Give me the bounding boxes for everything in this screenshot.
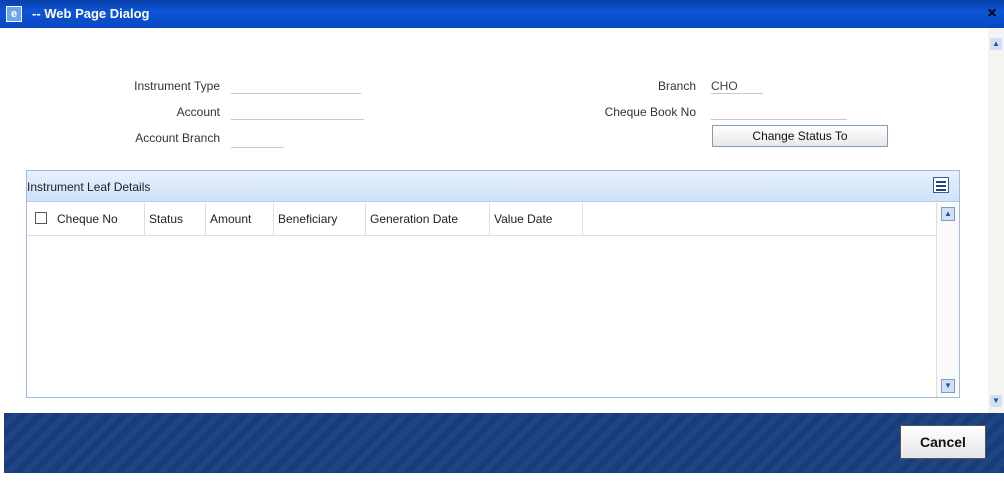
window-scroll-up-icon[interactable]: ▲ (990, 38, 1002, 50)
col-status[interactable]: Status (145, 203, 206, 235)
list-view-icon[interactable] (933, 177, 949, 193)
grid-header: Instrument Leaf Details (27, 171, 959, 202)
col-beneficiary[interactable]: Beneficiary (274, 203, 366, 235)
select-all-checkbox[interactable] (35, 212, 47, 224)
col-generation-date[interactable]: Generation Date (366, 203, 490, 235)
account-field[interactable] (231, 105, 364, 120)
branch-label: Branch (657, 79, 696, 93)
title-bar: e -- Web Page Dialog × (0, 0, 1004, 28)
scroll-down-icon[interactable]: ▼ (941, 379, 955, 393)
account-branch-field[interactable] (231, 133, 284, 148)
instrument-type-label: Instrument Type (134, 79, 220, 93)
instrument-type-field[interactable] (231, 79, 361, 94)
grid-scrollbar[interactable]: ▲ ▼ (936, 203, 959, 397)
column-header-row: Cheque No Status Amount Beneficiary Gene… (27, 203, 937, 236)
grid-title: Instrument Leaf Details (27, 180, 151, 194)
change-status-button[interactable]: Change Status To (712, 125, 888, 147)
col-amount[interactable]: Amount (206, 203, 274, 235)
col-value-date[interactable]: Value Date (490, 203, 583, 235)
window-title: -- Web Page Dialog (32, 6, 150, 21)
account-label: Account (176, 105, 220, 119)
cheque-book-label: Cheque Book No (604, 105, 696, 119)
account-branch-label: Account Branch (135, 131, 220, 145)
ie-dialog-icon: e (6, 6, 22, 22)
close-icon[interactable]: × (984, 6, 1000, 22)
cheque-book-field[interactable] (711, 105, 847, 120)
window-scrollbar[interactable]: ▲ ▼ (988, 28, 1004, 413)
col-cheque-no[interactable]: Cheque No (53, 203, 145, 235)
cancel-button[interactable]: Cancel (900, 425, 986, 459)
branch-field[interactable]: CHO (711, 79, 763, 94)
instrument-leaf-grid: Instrument Leaf Details Cheque No Status… (26, 170, 960, 398)
window-scroll-down-icon[interactable]: ▼ (990, 395, 1002, 407)
scroll-up-icon[interactable]: ▲ (941, 207, 955, 221)
dialog-footer: Cancel (4, 413, 1004, 473)
